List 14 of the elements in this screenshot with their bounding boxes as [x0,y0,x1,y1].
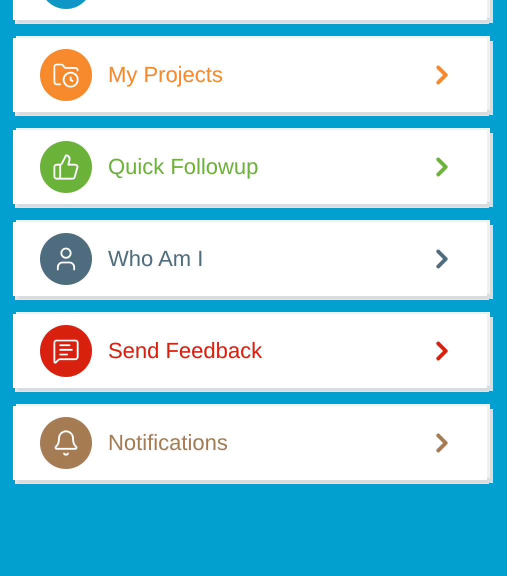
menu-label: Quick Followup [108,154,260,180]
menu-card[interactable]: My Projects [13,38,487,112]
menu-label: Send Feedback [108,338,264,364]
folder-clock-icon [52,61,80,89]
menu-card[interactable]: Quick Followup [13,130,487,204]
menu-card[interactable]: Send Feedback [13,314,487,388]
menu-label: Who Am I [108,246,204,272]
chat-icon [52,337,80,365]
menu-card[interactable]: Who Am I [13,222,487,296]
bell-icon [52,429,80,457]
menu-card[interactable]: Notifications [13,406,487,480]
thumbs-up-icon [52,153,80,181]
menu-label: My Projects [108,62,224,88]
menu-label: Notifications [108,430,229,456]
